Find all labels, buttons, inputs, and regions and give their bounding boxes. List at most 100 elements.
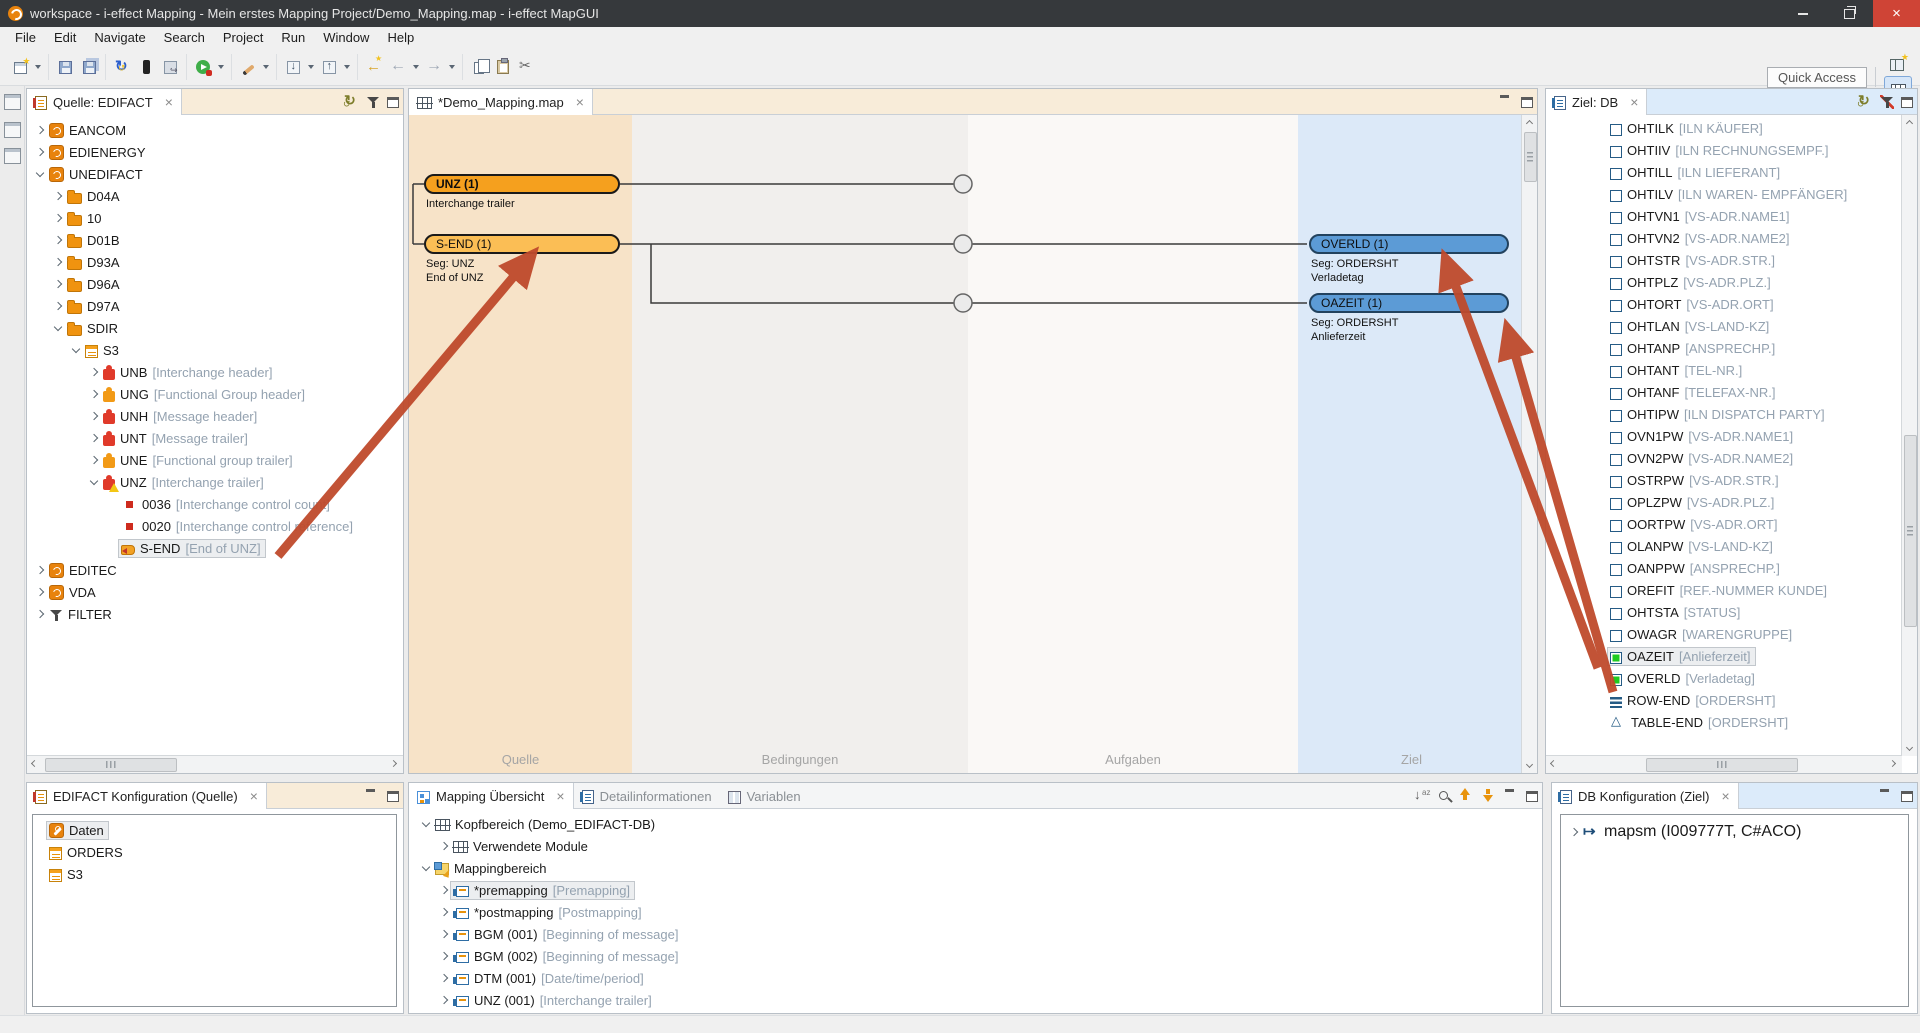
- new-button[interactable]: [8, 55, 32, 79]
- tree-item-owagr[interactable]: OWAGR[WARENGRUPPE]: [1546, 623, 1901, 645]
- expand-chevron[interactable]: [437, 927, 451, 941]
- scroll-right-icon[interactable]: [388, 756, 403, 771]
- menu-window[interactable]: Window: [314, 28, 378, 47]
- tree-item-s3[interactable]: S3: [27, 339, 403, 361]
- save-config-button[interactable]: [158, 55, 182, 79]
- expand-chevron[interactable]: [87, 453, 101, 467]
- menu-navigate[interactable]: Navigate: [85, 28, 154, 47]
- expand-chevron[interactable]: [51, 277, 65, 291]
- tree-item-ovn2pw[interactable]: OVN2PW[VS-ADR.NAME2]: [1546, 447, 1901, 469]
- tree-item-ohtant[interactable]: OHTANT[TEL-NR.]: [1546, 359, 1901, 381]
- pencil-button[interactable]: [236, 55, 260, 79]
- tree-item-oplzpw[interactable]: OPLZPW[VS-ADR.PLZ.]: [1546, 491, 1901, 513]
- expand-chevron[interactable]: [33, 167, 47, 181]
- expand-chevron[interactable]: [437, 883, 451, 897]
- mapping-node-overld-1-[interactable]: OVERLD (1): [1309, 234, 1509, 254]
- expand-chevron[interactable]: [33, 585, 47, 599]
- maximize-view-icon[interactable]: [387, 791, 399, 802]
- tree-item-ostrpw[interactable]: OSTRPW[VS-ADR.STR.]: [1546, 469, 1901, 491]
- dropdown-caret-icon[interactable]: [344, 65, 350, 69]
- export-button[interactable]: [317, 55, 341, 79]
- editor-vscrollbar[interactable]: [1521, 115, 1537, 773]
- tree-item-vda[interactable]: VDA: [27, 581, 403, 603]
- expand-chevron[interactable]: [51, 233, 65, 247]
- expand-all-icon[interactable]: [1480, 787, 1496, 803]
- expand-chevron[interactable]: [51, 255, 65, 269]
- close-window-button[interactable]: ×: [1873, 0, 1920, 27]
- maximize-view-icon[interactable]: [1526, 791, 1538, 802]
- expand-chevron[interactable]: [69, 343, 83, 357]
- paste-button[interactable]: [491, 55, 515, 79]
- scroll-down-icon[interactable]: [1522, 758, 1537, 773]
- expand-chevron[interactable]: [33, 563, 47, 577]
- maximize-view-icon[interactable]: [1901, 97, 1913, 108]
- tree-item-ohtipw[interactable]: OHTIPW[ILN DISPATCH PARTY]: [1546, 403, 1901, 425]
- dropdown-caret-icon[interactable]: [218, 65, 224, 69]
- tree-item-0036[interactable]: 0036[Interchange control count]: [27, 493, 403, 515]
- tree-item-filter[interactable]: FILTER: [27, 603, 403, 625]
- tree-item-ohtstr[interactable]: OHTSTR[VS-ADR.STR.]: [1546, 249, 1901, 271]
- copy-button[interactable]: [467, 55, 491, 79]
- expand-chevron[interactable]: [33, 145, 47, 159]
- tree-item-ohtanf[interactable]: OHTANF[TELEFAX-NR.]: [1546, 381, 1901, 403]
- link-with-editor-icon[interactable]: [343, 93, 359, 109]
- tree-item--premapping[interactable]: *premapping[Premapping]: [409, 879, 1542, 901]
- maximize-view-icon[interactable]: [1901, 791, 1913, 802]
- cut-button[interactable]: [515, 55, 539, 79]
- tree-item-ohtilk[interactable]: OHTILK[ILN KÄUFER]: [1546, 117, 1901, 139]
- tree-item-ohtiiv[interactable]: OHTIIV[ILN RECHNUNGSEMPF.]: [1546, 139, 1901, 161]
- condition-port[interactable]: [954, 294, 972, 312]
- last-edit-button[interactable]: [362, 55, 386, 79]
- tree-item-bgm-001-[interactable]: BGM (001)[Beginning of message]: [409, 923, 1542, 945]
- tree-item-ohtlan[interactable]: OHTLAN[VS-LAND-KZ]: [1546, 315, 1901, 337]
- expand-chevron[interactable]: [87, 409, 101, 423]
- tree-item-orefit[interactable]: OREFIT[REF.-NUMMER KUNDE]: [1546, 579, 1901, 601]
- minimize-view-icon[interactable]: [1878, 787, 1894, 803]
- maximize-view-icon[interactable]: [1521, 97, 1533, 108]
- filter-icon[interactable]: [366, 95, 380, 109]
- tree-item-eancom[interactable]: EANCOM: [27, 119, 403, 141]
- menu-run[interactable]: Run: [272, 28, 314, 47]
- tree-item-edienergy[interactable]: EDIENERGY: [27, 141, 403, 163]
- restore-view-icon[interactable]: [4, 94, 21, 110]
- mapping-node-unz-1-[interactable]: UNZ (1): [424, 174, 620, 194]
- collapse-all-icon[interactable]: [1457, 787, 1473, 803]
- expand-chevron[interactable]: [437, 993, 451, 1007]
- tree-item-une[interactable]: UNE[Functional group trailer]: [27, 449, 403, 471]
- close-tab-icon[interactable]: ×: [1722, 789, 1730, 803]
- expand-chevron[interactable]: [419, 817, 433, 831]
- save-all-button[interactable]: [77, 55, 101, 79]
- tab-edifact-konfiguration[interactable]: EDIFACT Konfiguration (Quelle) ×: [27, 783, 267, 809]
- tab-ziel-db[interactable]: Ziel: DB ×: [1546, 89, 1647, 115]
- close-tab-icon[interactable]: ×: [165, 95, 173, 109]
- sync-button[interactable]: [110, 55, 134, 79]
- forward-button[interactable]: [422, 55, 446, 79]
- menu-edit[interactable]: Edit: [45, 28, 85, 47]
- expand-chevron[interactable]: [51, 189, 65, 203]
- tree-item-unt[interactable]: UNT[Message trailer]: [27, 427, 403, 449]
- tree-item-olanpw[interactable]: OLANPW[VS-LAND-KZ]: [1546, 535, 1901, 557]
- tree-item-table-end[interactable]: TABLE-END[ORDERSHT]: [1546, 711, 1901, 733]
- tree-item-d93a[interactable]: D93A: [27, 251, 403, 273]
- tree-item--postmapping[interactable]: *postmapping[Postmapping]: [409, 901, 1542, 923]
- tree-item-editec[interactable]: EDITEC: [27, 559, 403, 581]
- close-tab-icon[interactable]: ×: [250, 789, 258, 803]
- tree-item-kopfbereich-demo-edifact-db-[interactable]: Kopfbereich (Demo_EDIFACT-DB): [409, 813, 1542, 835]
- tree-item-ovn1pw[interactable]: OVN1PW[VS-ADR.NAME1]: [1546, 425, 1901, 447]
- filter-off-icon[interactable]: [1880, 95, 1894, 109]
- expand-chevron[interactable]: [33, 123, 47, 137]
- tree-item-ohtanp[interactable]: OHTANP[ANSPRECHP.]: [1546, 337, 1901, 359]
- tree-item-dtm-001-[interactable]: DTM (001)[Date/time/period]: [409, 967, 1542, 989]
- mapping-node-s-end-1-[interactable]: S-END (1): [424, 234, 620, 254]
- expand-chevron[interactable]: [87, 365, 101, 379]
- config-item-s3[interactable]: S3: [33, 863, 396, 885]
- config-item-daten[interactable]: Daten: [33, 819, 396, 841]
- expand-chevron[interactable]: [51, 211, 65, 225]
- tree-item-sdir[interactable]: SDIR: [27, 317, 403, 339]
- tree-item-ohtvn2[interactable]: OHTVN2[VS-ADR.NAME2]: [1546, 227, 1901, 249]
- minimize-view-icon[interactable]: [1498, 93, 1514, 109]
- tab-detailinformationen[interactable]: Detailinformationen: [574, 783, 720, 809]
- expand-chevron[interactable]: [51, 299, 65, 313]
- condition-port[interactable]: [954, 235, 972, 253]
- tree-item-row-end[interactable]: ROW-END[ORDERSHT]: [1546, 689, 1901, 711]
